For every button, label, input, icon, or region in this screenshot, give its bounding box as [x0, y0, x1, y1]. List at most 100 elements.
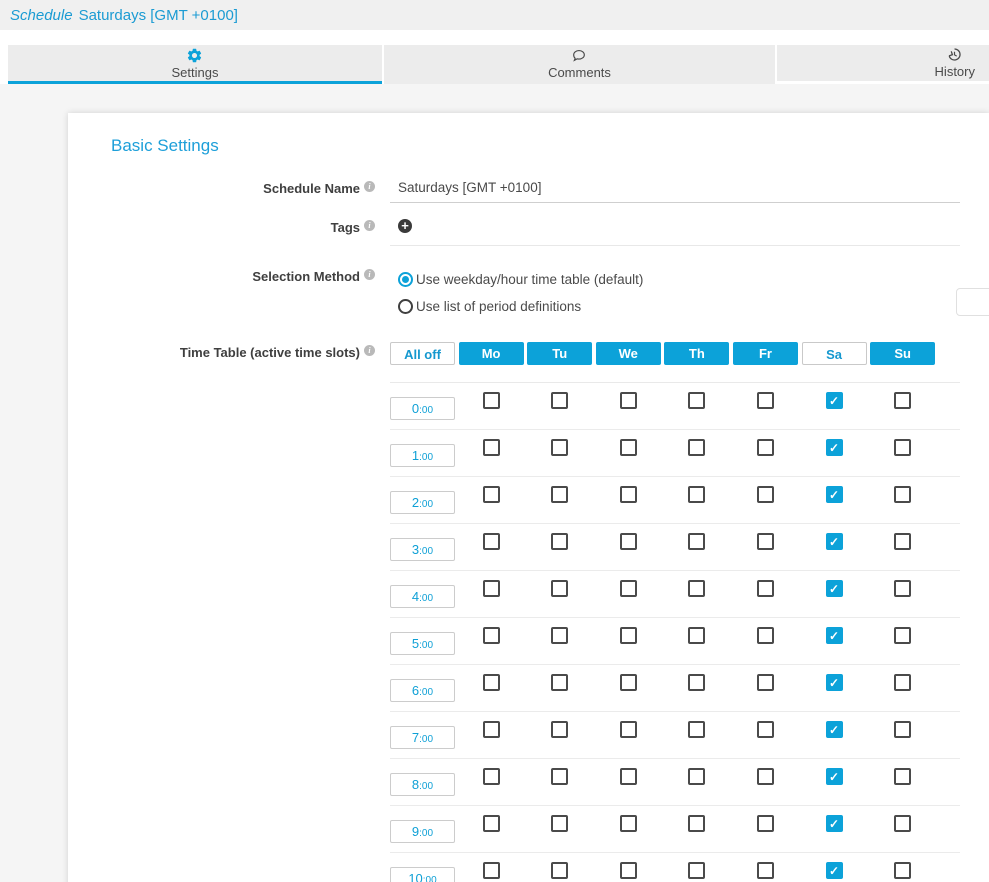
timeslot-checkbox[interactable] — [894, 815, 911, 832]
radio-option-time-table[interactable]: Use weekday/hour time table (default) — [390, 266, 989, 293]
timeslot-checkbox[interactable]: ✓ — [826, 627, 843, 644]
schedule-name-input[interactable] — [390, 178, 960, 203]
timeslot-checkbox[interactable] — [620, 674, 637, 691]
time-button[interactable]: 10:00 — [390, 867, 455, 882]
timeslot-checkbox[interactable] — [620, 815, 637, 832]
timeslot-checkbox[interactable]: ✓ — [826, 815, 843, 832]
timeslot-checkbox[interactable]: ✓ — [826, 439, 843, 456]
timeslot-checkbox[interactable] — [551, 627, 568, 644]
timeslot-checkbox[interactable] — [688, 721, 705, 738]
day-toggle-button[interactable]: Sa — [802, 342, 867, 365]
timeslot-checkbox[interactable] — [894, 580, 911, 597]
day-toggle-button[interactable]: Su — [870, 342, 935, 365]
timeslot-checkbox[interactable] — [551, 768, 568, 785]
timeslot-checkbox[interactable] — [757, 439, 774, 456]
timeslot-checkbox[interactable] — [688, 580, 705, 597]
timeslot-checkbox[interactable]: ✓ — [826, 486, 843, 503]
timeslot-checkbox[interactable] — [620, 486, 637, 503]
day-toggle-button[interactable]: Mo — [459, 342, 524, 365]
timeslot-checkbox[interactable] — [620, 392, 637, 409]
timeslot-checkbox[interactable] — [757, 486, 774, 503]
time-button[interactable]: 6:00 — [390, 679, 455, 702]
timeslot-checkbox[interactable] — [688, 392, 705, 409]
timeslot-checkbox[interactable] — [894, 533, 911, 550]
timeslot-checkbox[interactable] — [757, 815, 774, 832]
timeslot-checkbox[interactable] — [620, 768, 637, 785]
timeslot-checkbox[interactable] — [757, 674, 774, 691]
timeslot-checkbox[interactable] — [894, 674, 911, 691]
timeslot-checkbox[interactable] — [483, 533, 500, 550]
info-icon[interactable]: i — [364, 269, 375, 280]
timeslot-checkbox[interactable] — [757, 862, 774, 879]
timeslot-checkbox[interactable]: ✓ — [826, 580, 843, 597]
time-button[interactable]: 2:00 — [390, 491, 455, 514]
all-off-button[interactable]: All off — [390, 342, 455, 365]
timeslot-checkbox[interactable]: ✓ — [826, 721, 843, 738]
time-button[interactable]: 0:00 — [390, 397, 455, 420]
timeslot-checkbox[interactable] — [894, 486, 911, 503]
timeslot-checkbox[interactable] — [894, 721, 911, 738]
timeslot-checkbox[interactable] — [688, 674, 705, 691]
timeslot-checkbox[interactable] — [894, 768, 911, 785]
timeslot-checkbox[interactable] — [688, 862, 705, 879]
time-button[interactable]: 5:00 — [390, 632, 455, 655]
timeslot-checkbox[interactable] — [483, 768, 500, 785]
timeslot-checkbox[interactable]: ✓ — [826, 674, 843, 691]
timeslot-checkbox[interactable] — [483, 721, 500, 738]
timeslot-checkbox[interactable] — [551, 862, 568, 879]
timeslot-checkbox[interactable] — [894, 862, 911, 879]
timeslot-checkbox[interactable] — [551, 580, 568, 597]
radio-option-period-list[interactable]: Use list of period definitions — [390, 293, 989, 320]
timeslot-checkbox[interactable] — [483, 392, 500, 409]
time-button[interactable]: 4:00 — [390, 585, 455, 608]
timeslot-checkbox[interactable] — [688, 768, 705, 785]
timeslot-checkbox[interactable] — [483, 815, 500, 832]
timeslot-checkbox[interactable] — [688, 627, 705, 644]
timeslot-checkbox[interactable]: ✓ — [826, 862, 843, 879]
timeslot-checkbox[interactable] — [551, 815, 568, 832]
time-button[interactable]: 3:00 — [390, 538, 455, 561]
timeslot-checkbox[interactable] — [620, 533, 637, 550]
tab-settings[interactable]: Settings — [8, 45, 382, 84]
day-toggle-button[interactable]: Tu — [527, 342, 592, 365]
day-toggle-button[interactable]: Th — [664, 342, 729, 365]
timeslot-checkbox[interactable] — [483, 486, 500, 503]
timeslot-checkbox[interactable] — [894, 392, 911, 409]
timeslot-checkbox[interactable] — [757, 627, 774, 644]
timeslot-checkbox[interactable] — [483, 627, 500, 644]
timeslot-checkbox[interactable] — [894, 627, 911, 644]
timeslot-checkbox[interactable] — [551, 486, 568, 503]
timeslot-checkbox[interactable] — [894, 439, 911, 456]
timeslot-checkbox[interactable] — [551, 439, 568, 456]
timeslot-checkbox[interactable] — [757, 721, 774, 738]
timeslot-checkbox[interactable] — [620, 721, 637, 738]
side-panel-handle[interactable] — [956, 288, 989, 316]
timeslot-checkbox[interactable] — [483, 862, 500, 879]
timeslot-checkbox[interactable] — [483, 580, 500, 597]
timeslot-checkbox[interactable]: ✓ — [826, 768, 843, 785]
timeslot-checkbox[interactable] — [483, 439, 500, 456]
timeslot-checkbox[interactable] — [483, 674, 500, 691]
timeslot-checkbox[interactable] — [551, 721, 568, 738]
timeslot-checkbox[interactable] — [688, 533, 705, 550]
timeslot-checkbox[interactable] — [551, 533, 568, 550]
timeslot-checkbox[interactable] — [620, 580, 637, 597]
time-button[interactable]: 8:00 — [390, 773, 455, 796]
timeslot-checkbox[interactable] — [757, 768, 774, 785]
time-button[interactable]: 9:00 — [390, 820, 455, 843]
timeslot-checkbox[interactable]: ✓ — [826, 392, 843, 409]
info-icon[interactable]: i — [364, 220, 375, 231]
timeslot-checkbox[interactable] — [620, 439, 637, 456]
info-icon[interactable]: i — [364, 181, 375, 192]
tab-history[interactable]: History — [777, 45, 989, 81]
timeslot-checkbox[interactable]: ✓ — [826, 533, 843, 550]
timeslot-checkbox[interactable] — [620, 627, 637, 644]
time-button[interactable]: 1:00 — [390, 444, 455, 467]
day-toggle-button[interactable]: Fr — [733, 342, 798, 365]
timeslot-checkbox[interactable] — [551, 674, 568, 691]
tab-comments[interactable]: Comments — [384, 45, 775, 84]
timeslot-checkbox[interactable] — [688, 486, 705, 503]
day-toggle-button[interactable]: We — [596, 342, 661, 365]
timeslot-checkbox[interactable] — [551, 392, 568, 409]
timeslot-checkbox[interactable] — [688, 815, 705, 832]
